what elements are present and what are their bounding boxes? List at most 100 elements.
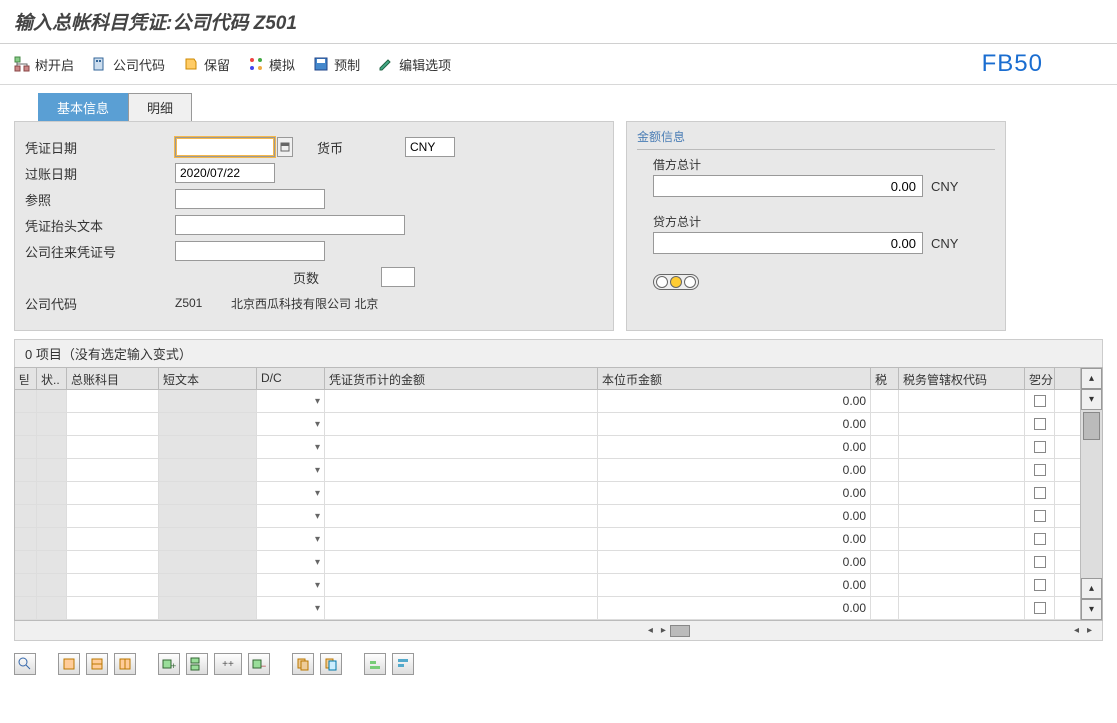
scroll-up2-button[interactable]: ▴ xyxy=(1081,578,1102,599)
cell-amount-doc[interactable] xyxy=(325,528,598,550)
post-date-input[interactable] xyxy=(175,163,275,183)
cell-account[interactable] xyxy=(67,413,159,435)
cell-tax-jurisdiction[interactable] xyxy=(899,413,1025,435)
cell-amount-local[interactable]: 0.00 xyxy=(598,413,871,435)
cell-amount-local[interactable]: 0.00 xyxy=(598,528,871,550)
cell-partial[interactable] xyxy=(1025,574,1055,596)
cell-amount-doc[interactable] xyxy=(325,597,598,619)
park-button[interactable]: 预制 xyxy=(313,55,360,74)
scroll-up-button[interactable]: ▴ xyxy=(1081,368,1102,389)
cell-partial[interactable] xyxy=(1025,551,1055,573)
cell-tax[interactable] xyxy=(871,551,899,573)
doc-date-help[interactable] xyxy=(277,137,293,157)
row-selector[interactable] xyxy=(15,551,37,573)
cell-tax[interactable] xyxy=(871,459,899,481)
row-selector[interactable] xyxy=(15,436,37,458)
tab-basic[interactable]: 基本信息 xyxy=(38,93,128,121)
debit-total-input[interactable] xyxy=(653,175,923,197)
layout-a-button[interactable] xyxy=(58,653,80,675)
cell-dc[interactable]: ▾ xyxy=(257,413,325,435)
simulate-button[interactable]: 模拟 xyxy=(248,55,295,74)
cell-tax[interactable] xyxy=(871,436,899,458)
col-partial[interactable]: 乫分 xyxy=(1025,368,1055,389)
cell-amount-local[interactable]: 0.00 xyxy=(598,436,871,458)
cell-dc[interactable]: ▾ xyxy=(257,482,325,504)
col-tax-jurisdiction[interactable]: 税务管辖权代码 xyxy=(899,368,1025,389)
cell-tax[interactable] xyxy=(871,390,899,412)
cell-account[interactable] xyxy=(67,574,159,596)
hscroll-right2[interactable]: ▸ xyxy=(1087,625,1092,636)
col-dc[interactable]: D/C xyxy=(257,368,325,389)
cell-dc[interactable]: ▾ xyxy=(257,436,325,458)
cell-status[interactable] xyxy=(37,482,67,504)
col-status[interactable]: 状.. xyxy=(37,368,67,389)
cell-text[interactable] xyxy=(159,459,257,481)
cell-amount-doc[interactable] xyxy=(325,505,598,527)
cell-tax-jurisdiction[interactable] xyxy=(899,574,1025,596)
cell-tax[interactable] xyxy=(871,574,899,596)
cell-partial[interactable] xyxy=(1025,436,1055,458)
layout-b-button[interactable] xyxy=(86,653,108,675)
row-selector[interactable] xyxy=(15,459,37,481)
col-amount-doc[interactable]: 凭证货币计的金额 xyxy=(325,368,598,389)
cell-amount-doc[interactable] xyxy=(325,413,598,435)
cell-tax-jurisdiction[interactable] xyxy=(899,390,1025,412)
hold-button[interactable]: 保留 xyxy=(183,55,230,74)
cell-partial[interactable] xyxy=(1025,505,1055,527)
cell-amount-local[interactable]: 0.00 xyxy=(598,597,871,619)
row-selector[interactable] xyxy=(15,528,37,550)
checkbox[interactable] xyxy=(1034,602,1046,614)
cell-status[interactable] xyxy=(37,597,67,619)
cell-account[interactable] xyxy=(67,551,159,573)
cell-tax[interactable] xyxy=(871,413,899,435)
chevron-down-icon[interactable]: ▾ xyxy=(315,534,320,545)
cell-amount-local[interactable]: 0.00 xyxy=(598,459,871,481)
cell-account[interactable] xyxy=(67,528,159,550)
cell-dc[interactable]: ▾ xyxy=(257,459,325,481)
checkbox[interactable] xyxy=(1034,464,1046,476)
cell-text[interactable] xyxy=(159,574,257,596)
company-code-button[interactable]: 公司代码 xyxy=(92,55,165,74)
cell-amount-local[interactable]: 0.00 xyxy=(598,574,871,596)
row-selector[interactable] xyxy=(15,390,37,412)
cell-dc[interactable]: ▾ xyxy=(257,597,325,619)
cell-text[interactable] xyxy=(159,597,257,619)
row-selector[interactable] xyxy=(15,413,37,435)
cell-dc[interactable]: ▾ xyxy=(257,528,325,550)
cell-dc[interactable]: ▾ xyxy=(257,505,325,527)
find-button[interactable] xyxy=(14,653,36,675)
checkbox[interactable] xyxy=(1034,418,1046,430)
scroll-down2-button[interactable]: ▾ xyxy=(1081,599,1102,620)
cell-dc[interactable]: ▾ xyxy=(257,551,325,573)
row-selector[interactable] xyxy=(15,482,37,504)
row-selector[interactable] xyxy=(15,505,37,527)
delete-row-button[interactable]: − xyxy=(248,653,270,675)
row-selector[interactable] xyxy=(15,597,37,619)
checkbox[interactable] xyxy=(1034,487,1046,499)
cell-tax-jurisdiction[interactable] xyxy=(899,482,1025,504)
chevron-down-icon[interactable]: ▾ xyxy=(315,465,320,476)
cell-text[interactable] xyxy=(159,413,257,435)
cell-tax-jurisdiction[interactable] xyxy=(899,528,1025,550)
cell-partial[interactable] xyxy=(1025,597,1055,619)
cell-amount-local[interactable]: 0.00 xyxy=(598,505,871,527)
append-button[interactable]: ++ xyxy=(214,653,242,675)
cell-amount-doc[interactable] xyxy=(325,436,598,458)
chevron-down-icon[interactable]: ▾ xyxy=(315,580,320,591)
checkbox[interactable] xyxy=(1034,579,1046,591)
cell-text[interactable] xyxy=(159,528,257,550)
cell-text[interactable] xyxy=(159,551,257,573)
checkbox[interactable] xyxy=(1034,533,1046,545)
chevron-down-icon[interactable]: ▾ xyxy=(315,419,320,430)
cell-amount-doc[interactable] xyxy=(325,482,598,504)
col-text[interactable]: 短文本 xyxy=(159,368,257,389)
cell-text[interactable] xyxy=(159,482,257,504)
cell-amount-local[interactable]: 0.00 xyxy=(598,482,871,504)
cell-account[interactable] xyxy=(67,459,159,481)
cell-tax-jurisdiction[interactable] xyxy=(899,551,1025,573)
tree-open-button[interactable]: 树开启 xyxy=(14,55,74,74)
cell-status[interactable] xyxy=(37,574,67,596)
col-account[interactable]: 总账科目 xyxy=(67,368,159,389)
cell-text[interactable] xyxy=(159,505,257,527)
cell-status[interactable] xyxy=(37,436,67,458)
